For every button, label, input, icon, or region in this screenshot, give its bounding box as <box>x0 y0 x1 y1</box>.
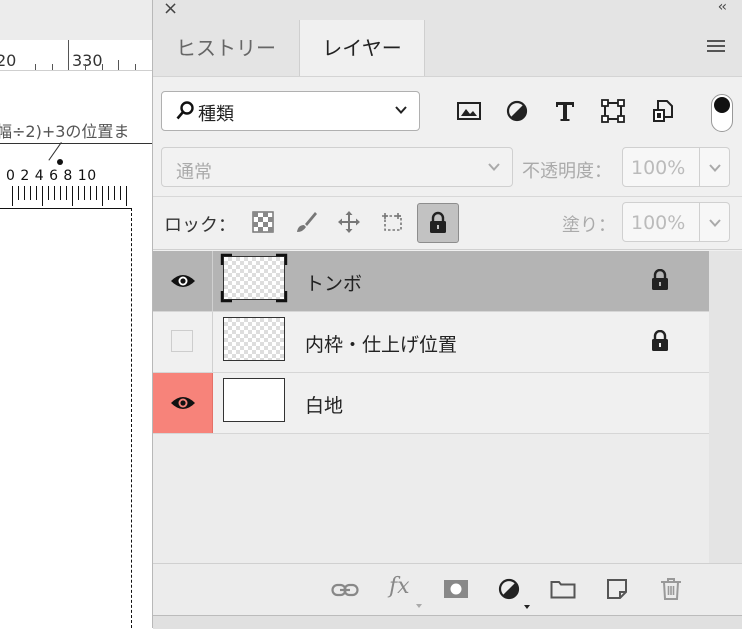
chevron-down-icon <box>709 219 721 227</box>
annotation-pointer-line <box>48 142 62 161</box>
adjustment-dropdown-caret <box>524 605 530 609</box>
lock-position-icon[interactable] <box>337 210 361 234</box>
ruler-tick <box>118 60 119 70</box>
filter-type-value: 種類 <box>198 104 234 125</box>
lock-image-pixels-icon[interactable] <box>294 210 318 234</box>
layer-row-tombo[interactable]: トンボ <box>153 251 709 312</box>
layers-list: トンボ 内枠・仕上げ位置 白地 <box>153 251 709 563</box>
paper-edge <box>0 208 131 209</box>
selection-corner-icon <box>220 253 288 303</box>
collapse-icon[interactable]: ‹‹ <box>718 0 727 15</box>
toggle-knob <box>714 97 730 113</box>
add-mask-icon[interactable] <box>443 579 469 599</box>
lock-icon <box>652 330 668 351</box>
layer-name[interactable]: 内枠・仕上げ位置 <box>305 330 457 357</box>
visibility-toggle[interactable] <box>153 373 213 433</box>
panel-title-bar[interactable]: × ‹‹ <box>153 0 742 20</box>
chevron-down-icon <box>395 106 407 114</box>
layer-thumbnail[interactable] <box>223 317 285 361</box>
adjustment-filter-icon[interactable] <box>504 98 530 124</box>
ruler-number: 20 <box>0 51 17 70</box>
search-icon <box>176 101 194 120</box>
layer-row-white-base[interactable]: 白地 <box>153 373 709 434</box>
close-icon[interactable]: × <box>163 0 178 19</box>
filter-type-select[interactable]: 種類 <box>161 91 420 131</box>
eye-icon <box>171 397 195 409</box>
annotation-pointer-dot <box>57 159 63 165</box>
shape-filter-icon[interactable] <box>600 98 626 124</box>
fx-icon[interactable]: fx <box>389 574 410 599</box>
fill-label: 塗り： <box>562 215 616 236</box>
tab-layers[interactable]: レイヤー <box>299 20 425 76</box>
blend-mode-row: 通常 不透明度： 100% <box>153 145 742 191</box>
lock-icon <box>652 269 668 290</box>
layer-thumbnail[interactable] <box>220 253 288 303</box>
opacity-dropdown-button[interactable] <box>700 147 730 187</box>
mm-scale-ticks <box>12 186 130 208</box>
document-canvas[interactable]: 20 330 幅÷2)+3の位置ま 0 2 4 6 8 10 <box>0 0 160 628</box>
new-group-icon[interactable] <box>550 579 576 599</box>
layers-bottom-toolbar: fx <box>153 563 742 616</box>
new-adjustment-layer-icon[interactable] <box>498 578 520 600</box>
document-tab-bar <box>0 0 160 41</box>
visibility-toggle[interactable] <box>153 251 213 311</box>
panel-bottom-edge <box>153 615 742 629</box>
panel-menu-icon[interactable] <box>707 40 725 55</box>
ruler-tick <box>135 64 136 70</box>
blend-mode-select[interactable]: 通常 <box>161 147 513 187</box>
layer-filter-row: 種類 <box>153 86 742 138</box>
layer-name[interactable]: 白地 <box>305 391 343 418</box>
ruler-tick <box>102 64 103 70</box>
image-filter-icon[interactable] <box>456 98 482 124</box>
guide-line <box>0 143 160 144</box>
layer-name[interactable]: トンボ <box>305 269 362 296</box>
panel-tab-bar: ヒストリー レイヤー <box>153 20 742 77</box>
chevron-down-icon <box>488 163 500 171</box>
fill-input[interactable]: 100% <box>622 202 700 242</box>
lock-artboard-icon[interactable] <box>381 210 405 234</box>
trim-guide-dashed <box>131 208 132 628</box>
fx-dropdown-caret <box>416 604 422 608</box>
chevron-down-icon <box>709 164 721 172</box>
tab-history[interactable]: ヒストリー <box>153 20 299 76</box>
eye-icon <box>171 275 195 287</box>
blend-mode-value: 通常 <box>176 162 212 183</box>
lock-all-button[interactable] <box>417 203 459 243</box>
layers-panel: × ‹‹ ヒストリー レイヤー 種類 通常 不透明度： 100% ロック： 塗り… <box>152 0 742 629</box>
smart-object-filter-icon[interactable] <box>650 98 676 124</box>
ruler-tick <box>85 64 86 70</box>
opacity-input[interactable]: 100% <box>622 147 700 187</box>
ruler-tick <box>35 64 36 70</box>
mm-scale-labels: 0 2 4 6 8 10 <box>6 168 97 184</box>
lock-row: ロック： 塗り： 100% <box>153 196 742 250</box>
layer-row-inner-frame[interactable]: 内枠・仕上げ位置 <box>153 312 709 373</box>
new-layer-icon[interactable] <box>606 578 628 600</box>
lock-label: ロック： <box>164 215 236 236</box>
canvas-annotation: 幅÷2)+3の位置ま <box>0 122 130 141</box>
horizontal-ruler[interactable]: 20 330 <box>0 40 160 71</box>
opacity-label: 不透明度： <box>522 161 612 182</box>
layer-thumbnail[interactable] <box>223 378 285 422</box>
link-layers-icon[interactable] <box>331 582 359 598</box>
delete-layer-icon[interactable] <box>660 577 682 601</box>
visibility-empty-box <box>171 330 193 352</box>
lock-transparent-pixels-icon[interactable] <box>251 210 275 234</box>
filter-toggle-switch[interactable] <box>711 94 733 132</box>
ruler-number: 330 <box>72 51 103 70</box>
ruler-tick <box>68 40 69 70</box>
text-filter-icon[interactable] <box>552 98 578 124</box>
ruler-tick <box>52 64 53 70</box>
layers-scrollbar[interactable] <box>709 251 742 563</box>
lock-all-icon <box>430 211 446 233</box>
fill-dropdown-button[interactable] <box>700 202 730 242</box>
visibility-toggle[interactable] <box>153 312 213 372</box>
